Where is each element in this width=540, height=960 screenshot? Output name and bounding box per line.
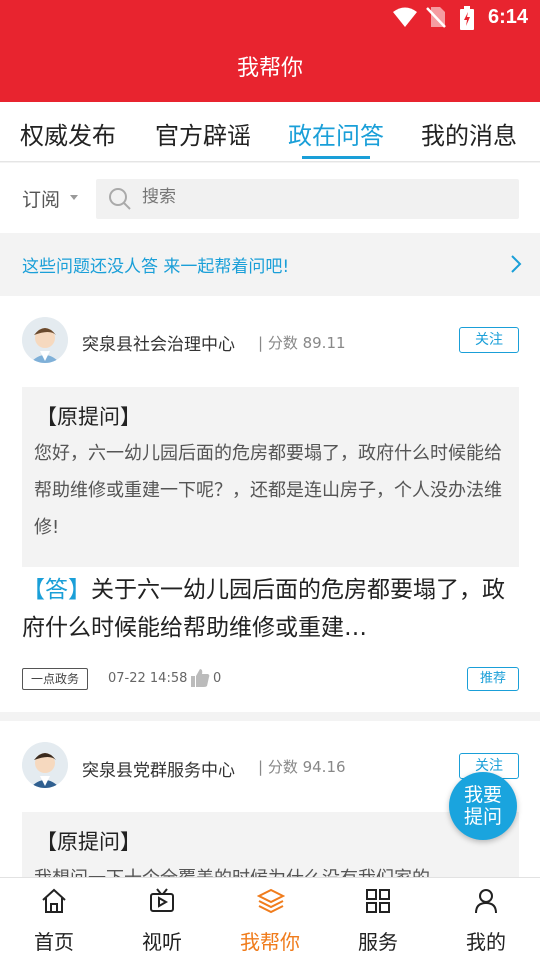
page-title: 我帮你 <box>236 56 303 81</box>
post-time: 07-22 14:58 <box>108 671 188 686</box>
question-text: 您好，六一幼儿园后面的危房都要塌了，政府什么时候能给帮助维修或重建一下呢？，还都… <box>34 443 502 538</box>
grid-icon <box>365 888 391 918</box>
nav-label: 我的 <box>466 930 506 954</box>
answer-text-block: 【答】关于六一幼儿园后面的危房都要塌了，政府什么时候能给帮助维修或重建… <box>22 571 522 647</box>
nav-help-you[interactable]: 我帮你 <box>216 878 324 960</box>
search-icon <box>108 187 132 215</box>
org-name: 突泉县党群服务中心 <box>82 761 235 781</box>
avatar <box>22 742 68 788</box>
tab-my-messages[interactable]: 我的消息 <box>421 116 517 151</box>
qa-card[interactable]: 突泉县社会治理中心 | 分数 89.11 关注 【原提问】 您好，六一幼儿园后面… <box>0 296 540 712</box>
layers-icon <box>256 888 286 918</box>
avatar <box>22 317 68 363</box>
nav-label: 首页 <box>34 930 74 954</box>
question-text: 我想问一下十个全覆盖的时候为什么没有我们家的 <box>34 860 509 877</box>
search-box[interactable] <box>96 179 519 219</box>
question-heading: 【原提问】 <box>36 405 141 429</box>
nav-media[interactable]: 视听 <box>108 878 216 960</box>
tab-qa[interactable]: 政在问答 <box>288 116 384 151</box>
nav-label: 服务 <box>358 930 398 954</box>
search-bar-row: 订阅 <box>0 163 540 233</box>
ask-question-fab[interactable]: 我要 提问 <box>449 772 517 840</box>
follow-button[interactable]: 关注 <box>459 327 519 353</box>
nav-label: 视听 <box>142 930 182 954</box>
tab-authority-release[interactable]: 权威发布 <box>20 116 116 151</box>
wifi-icon <box>392 6 418 32</box>
app-header: 6:14 我帮你 <box>0 0 540 102</box>
org-name: 突泉县社会治理中心 <box>82 335 235 355</box>
recommend-button[interactable]: 推荐 <box>467 667 519 691</box>
fab-label-line1: 我要 <box>463 784 502 806</box>
org-score: | 分数 94.16 <box>258 758 346 776</box>
active-tab-indicator <box>302 156 370 159</box>
org-score: | 分数 89.11 <box>258 334 346 352</box>
nav-mine[interactable]: 我的 <box>432 878 540 960</box>
subscribe-dropdown[interactable]: 订阅 <box>22 185 60 212</box>
answer-mark: 【答】 <box>22 577 91 603</box>
source-tag: 一点政务 <box>22 668 89 690</box>
nav-services[interactable]: 服务 <box>324 878 432 960</box>
top-tabs: 权威发布 官方辟谣 政在问答 我的消息 <box>0 102 540 162</box>
question-heading: 【原提问】 <box>36 830 141 854</box>
tv-icon <box>149 888 175 918</box>
unanswered-banner[interactable]: 这些问题还没人答 来一起帮着问吧! <box>0 234 540 294</box>
fab-label-line2: 提问 <box>463 806 502 828</box>
status-time: 6:14 <box>487 6 528 28</box>
bottom-navigation: 首页 视听 我帮你 服务 我的 <box>0 877 540 960</box>
status-bar: 6:14 <box>0 0 540 36</box>
like-count: 0 <box>213 671 222 686</box>
original-question-box: 【原提问】 您好，六一幼儿园后面的危房都要塌了，政府什么时候能给帮助维修或重建一… <box>22 387 519 567</box>
original-question-box: 【原提问】 我想问一下十个全覆盖的时候为什么没有我们家的 <box>22 812 519 877</box>
nav-label: 我帮你 <box>240 930 300 954</box>
nav-home[interactable]: 首页 <box>0 878 108 960</box>
no-sim-icon <box>426 6 446 32</box>
answer-text: 关于六一幼儿园后面的危房都要塌了，政府什么时候能给帮助维修或重建… <box>22 577 505 641</box>
user-icon <box>473 888 499 918</box>
thumbs-up-icon[interactable] <box>190 668 210 692</box>
banner-text: 这些问题还没人答 来一起帮着问吧! <box>22 257 290 277</box>
battery-icon <box>460 6 474 34</box>
search-input[interactable] <box>142 187 502 207</box>
caret-down-icon <box>70 195 78 200</box>
home-icon <box>41 888 67 918</box>
tab-official-rumor-refute[interactable]: 官方辟谣 <box>155 116 251 151</box>
chevron-right-icon <box>510 254 522 278</box>
